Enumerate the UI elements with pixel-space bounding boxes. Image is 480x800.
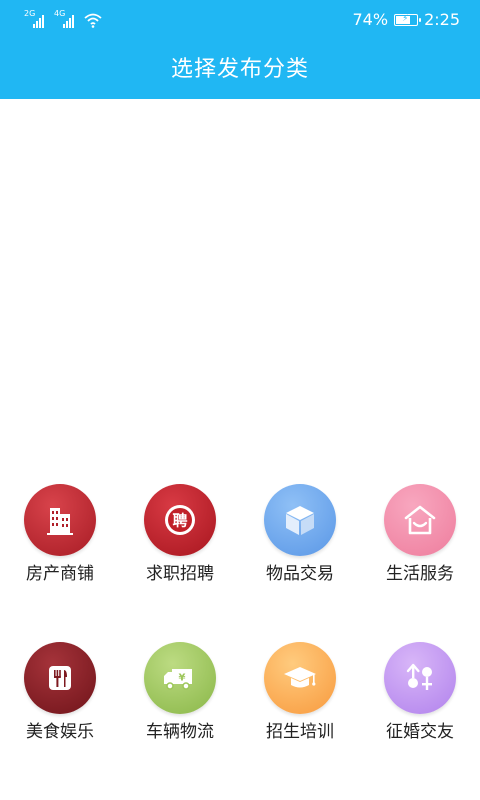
gender-symbols-icon [384,642,456,714]
page-title: 选择发布分类 [170,57,309,82]
status-right: 74% ⚡ 2:25 [353,10,461,29]
charging-icon: ⚡ [402,13,409,24]
category-food[interactable]: 美食娱乐 [0,642,120,742]
category-goods[interactable]: 物品交易 [240,484,360,584]
category-vehicles[interactable]: ¥ 车辆物流 [120,642,240,742]
wifi-icon [84,13,102,28]
truck-icon: ¥ [144,642,216,714]
category-education[interactable]: 招生培训 [240,642,360,742]
category-label: 物品交易 [266,564,334,584]
graduation-cap-icon [264,642,336,714]
status-left: 2G 4G [24,10,102,28]
recruit-icon: 聘 [144,484,216,556]
category-jobs[interactable]: 聘 求职招聘 [120,484,240,584]
building-icon [24,484,96,556]
category-dating[interactable]: 征婚交友 [360,642,480,742]
title-bar: 选择发布分类 [0,40,480,99]
recruit-icon-text: 聘 [172,512,187,530]
category-row: 美食娱乐 ¥ 车辆物流 招生培训 征婚交友 [0,642,480,742]
category-label: 招生培训 [266,722,334,742]
clock: 2:25 [424,10,460,29]
battery-icon: ⚡ [394,13,422,26]
category-real-estate[interactable]: 房产商铺 [0,484,120,584]
signal-icon: 4G [54,10,78,28]
battery-percent: 74% [352,10,389,29]
category-row: 房产商铺 聘 求职招聘 物品交易 生活服务 [0,484,480,584]
house-smile-icon [384,484,456,556]
category-label: 征婚交友 [386,722,454,742]
category-label: 房产商铺 [26,564,94,584]
box-icon [264,484,336,556]
category-label: 生活服务 [386,564,454,584]
category-label: 车辆物流 [146,722,214,742]
category-life-services[interactable]: 生活服务 [360,484,480,584]
signal-icon: 2G [24,10,48,28]
category-label: 求职招聘 [146,564,214,584]
status-bar: 2G 4G 74% ⚡ 2:25 [0,0,480,40]
truck-icon-text: ¥ [179,673,186,684]
fork-knife-icon [24,642,96,714]
category-label: 美食娱乐 [26,722,94,742]
